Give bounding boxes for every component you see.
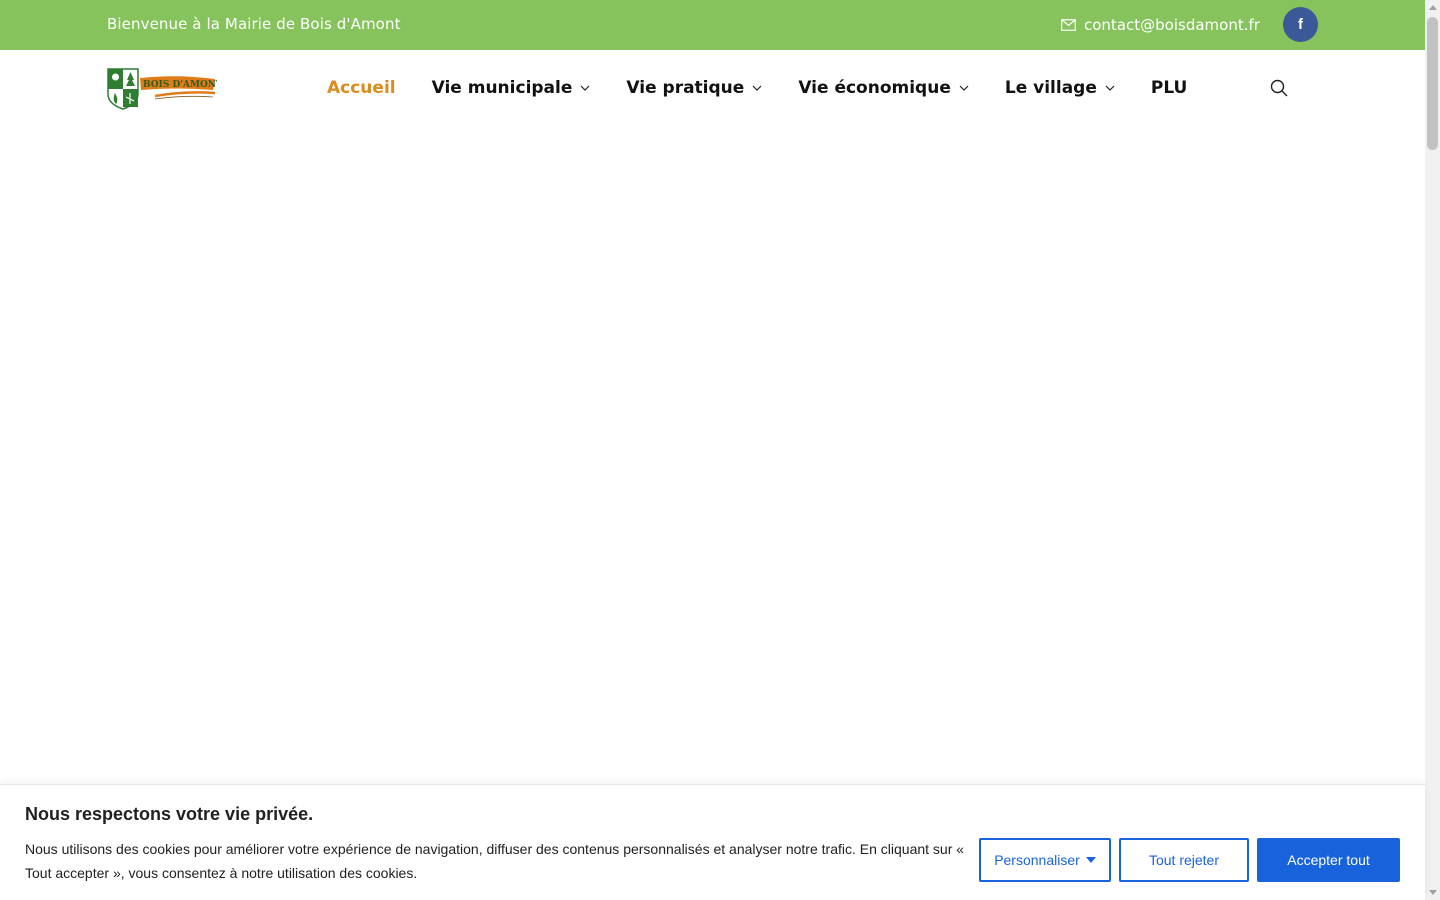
chevron-down-icon — [752, 85, 762, 91]
cookie-consent-banner: Nous respectons votre vie privée. Nous u… — [0, 784, 1425, 900]
main-navigation: Accueil Vie municipale Vie pratique Vie … — [327, 78, 1223, 98]
site-logo[interactable]: BOIS D'AMONT — [107, 68, 217, 110]
nav-label: Vie municipale — [431, 78, 573, 98]
scroll-down-arrow-icon[interactable] — [1425, 885, 1440, 900]
caret-down-icon — [1085, 857, 1096, 863]
nav-item-vie-pratique[interactable]: Vie pratique — [626, 78, 762, 98]
nav-label: Accueil — [327, 78, 396, 98]
accept-all-button[interactable]: Accepter tout — [1257, 838, 1400, 882]
accept-label: Accepter tout — [1287, 852, 1370, 868]
scroll-up-arrow-icon[interactable] — [1425, 0, 1440, 15]
nav-item-plu[interactable]: PLU — [1151, 78, 1188, 98]
mail-icon — [1061, 19, 1076, 31]
nav-label: Vie économique — [798, 78, 951, 98]
search-icon[interactable] — [1270, 79, 1288, 97]
email-link[interactable]: contact@boisdamont.fr — [1061, 16, 1260, 34]
nav-label: PLU — [1150, 78, 1188, 98]
cookie-title: Nous respectons votre vie privée. — [25, 804, 314, 824]
email-text: contact@boisdamont.fr — [1084, 16, 1260, 34]
page-scrollbar[interactable] — [1425, 0, 1440, 900]
chevron-down-icon — [580, 85, 590, 91]
nav-item-le-village[interactable]: Le village — [1005, 78, 1115, 98]
top-bar: Bienvenue à la Mairie de Bois d'Amont co… — [0, 0, 1425, 50]
nav-item-accueil[interactable]: Accueil — [327, 78, 396, 98]
reject-all-button[interactable]: Tout rejeter — [1119, 838, 1249, 882]
customize-label: Personnaliser — [994, 852, 1080, 868]
scrollbar-thumb[interactable] — [1427, 17, 1438, 150]
reject-label: Tout rejeter — [1148, 852, 1220, 868]
site-header: BOIS D'AMONT Accueil Vie municipale Vie … — [0, 50, 1425, 130]
nav-item-vie-economique[interactable]: Vie économique — [798, 78, 969, 98]
welcome-text: Bienvenue à la Mairie de Bois d'Amont — [107, 15, 401, 33]
logo-wordmark: BOIS D'AMONT — [143, 80, 217, 90]
facebook-icon: f — [1298, 16, 1303, 33]
nav-item-vie-municipale[interactable]: Vie municipale — [432, 78, 591, 98]
nav-label: Le village — [1004, 78, 1097, 98]
customize-button[interactable]: Personnaliser — [979, 838, 1111, 882]
chevron-down-icon — [959, 85, 969, 91]
chevron-down-icon — [1105, 85, 1115, 91]
nav-label: Vie pratique — [626, 78, 745, 98]
facebook-button[interactable]: f — [1283, 7, 1318, 42]
cookie-description: Nous utilisons des cookies pour améliore… — [25, 841, 965, 881]
